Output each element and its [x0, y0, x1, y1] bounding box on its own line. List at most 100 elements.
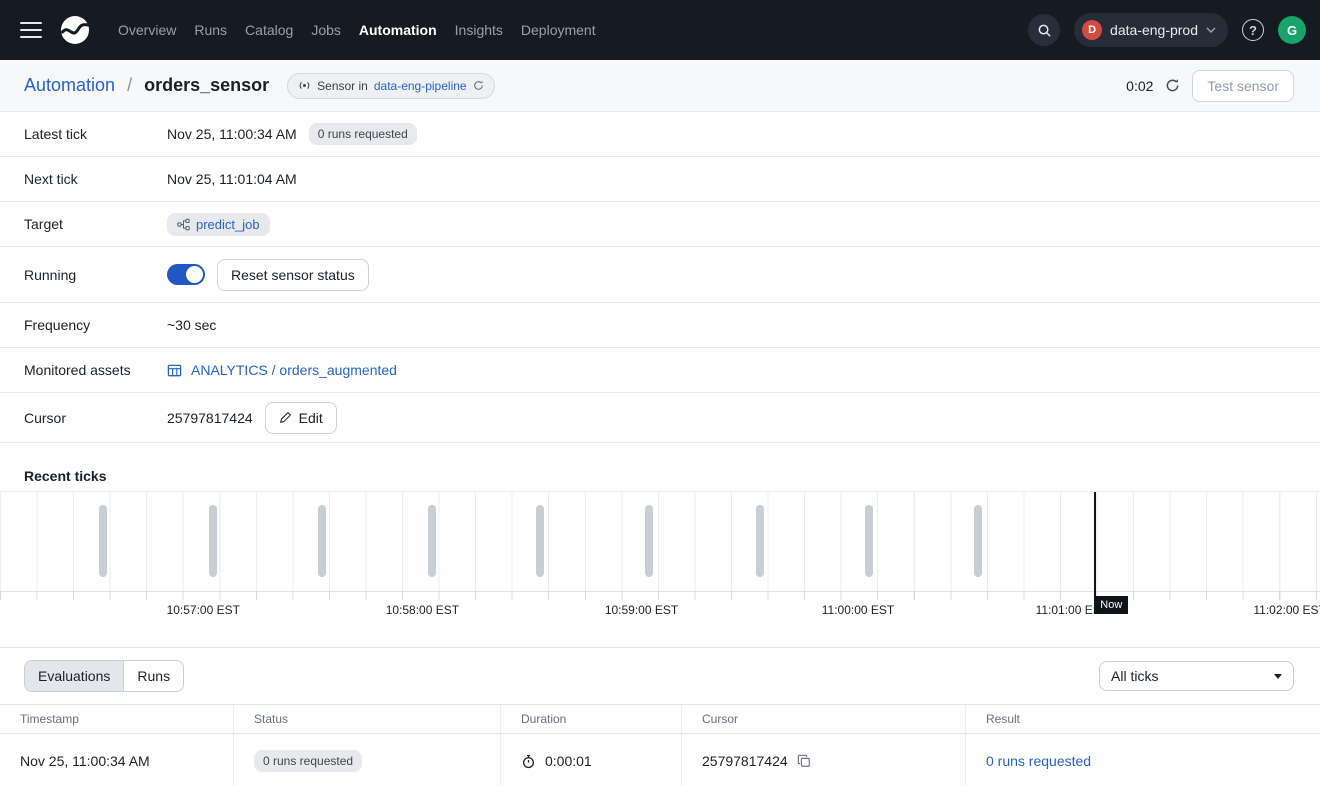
code-location-link[interactable]: data-eng-pipeline [374, 79, 467, 93]
asset-table-icon [167, 363, 182, 378]
nav-item-runs[interactable]: Runs [194, 22, 227, 38]
latest-tick-status-badge: 0 runs requested [309, 123, 417, 145]
tab-runs[interactable]: Runs [123, 661, 183, 691]
row-duration: 0:00:01 [545, 753, 592, 769]
help-icon[interactable]: ? [1242, 19, 1264, 41]
target-job-chip[interactable]: predict_job [167, 213, 270, 236]
detail-row-cursor: Cursor 25797817424 Edit [0, 393, 1320, 443]
next-tick-value: Nov 25, 11:01:04 AM [167, 171, 297, 187]
now-badge: Now [1094, 596, 1128, 614]
nav-item-automation[interactable]: Automation [359, 22, 437, 38]
reload-location-icon[interactable] [473, 80, 484, 91]
copy-icon[interactable] [797, 754, 811, 768]
row-result-link[interactable]: 0 runs requested [986, 753, 1091, 769]
target-label: Target [24, 216, 167, 232]
cell-result: 0 runs requested [965, 734, 1320, 786]
monitored-asset-link[interactable]: ANALYTICS / orders_augmented [191, 362, 397, 378]
tick-filter-value: All ticks [1111, 668, 1158, 684]
cursor-label: Cursor [24, 410, 167, 426]
col-result: Result [965, 705, 1320, 733]
chevron-down-icon [1206, 27, 1216, 33]
breadcrumb-automation-link[interactable]: Automation [24, 75, 115, 96]
frequency-value: ~30 sec [167, 317, 216, 333]
sensor-tick-bar[interactable] [974, 505, 982, 577]
tick-filter-select[interactable]: All ticks [1099, 661, 1294, 691]
cursor-value: 25797817424 [167, 410, 253, 426]
reset-sensor-status-button[interactable]: Reset sensor status [217, 259, 369, 291]
page-title: orders_sensor [144, 75, 269, 96]
frequency-label: Frequency [24, 317, 167, 333]
search-button[interactable] [1028, 14, 1060, 46]
breadcrumb-separator: / [127, 75, 132, 96]
detail-row-running: Running Reset sensor status [0, 247, 1320, 303]
deployment-name: data-eng-prod [1110, 22, 1198, 38]
axis-time-label: 10:59:00 EST [605, 603, 678, 617]
detail-row-frequency: Frequency ~30 sec [0, 303, 1320, 348]
col-status: Status [233, 705, 500, 733]
row-status-badge: 0 runs requested [254, 750, 362, 772]
sensor-tick-bar[interactable] [99, 505, 107, 577]
sensor-tick-bar[interactable] [756, 505, 764, 577]
now-line [1094, 492, 1096, 600]
deployment-initial-badge: D [1082, 20, 1102, 40]
nav-item-overview[interactable]: Overview [118, 22, 176, 38]
detail-row-latest-tick: Latest tick Nov 25, 11:00:34 AM 0 runs r… [0, 112, 1320, 157]
user-avatar[interactable]: G [1278, 16, 1306, 44]
nav-item-catalog[interactable]: Catalog [245, 22, 293, 38]
detail-row-target: Target predict_job [0, 202, 1320, 247]
top-nav: Overview Runs Catalog Jobs Automation In… [0, 0, 1320, 60]
evaluations-toolbar: Evaluations Runs All ticks [0, 647, 1320, 704]
tab-group: Evaluations Runs [24, 660, 184, 692]
latest-tick-label: Latest tick [24, 126, 167, 142]
caret-down-icon [1274, 674, 1282, 679]
refresh-icon[interactable] [1165, 78, 1180, 93]
recent-ticks-title: Recent ticks [0, 443, 1320, 484]
running-label: Running [24, 267, 167, 283]
nav-items: Overview Runs Catalog Jobs Automation In… [118, 22, 596, 38]
sensor-tick-bar[interactable] [645, 505, 653, 577]
running-toggle[interactable] [167, 264, 205, 285]
row-cursor: 25797817424 [702, 753, 788, 769]
stopwatch-icon [521, 754, 536, 769]
cell-status: 0 runs requested [233, 734, 500, 786]
edit-cursor-button[interactable]: Edit [265, 402, 337, 434]
menu-icon[interactable] [14, 13, 48, 47]
cell-cursor: 25797817424 [681, 734, 965, 786]
sensor-tick-bar[interactable] [865, 505, 873, 577]
refresh-countdown: 0:02 [1126, 78, 1153, 94]
sensor-tick-bar[interactable] [428, 505, 436, 577]
nav-right: D data-eng-prod ? G [1028, 13, 1306, 47]
nav-item-jobs[interactable]: Jobs [311, 22, 341, 38]
header-right: 0:02 Test sensor [1126, 70, 1294, 102]
next-tick-label: Next tick [24, 171, 167, 187]
sensor-tick-bar[interactable] [536, 505, 544, 577]
col-cursor: Cursor [681, 705, 965, 733]
target-job-link[interactable]: predict_job [196, 217, 260, 232]
deployment-switcher[interactable]: D data-eng-prod [1074, 13, 1228, 47]
sensor-tick-bar[interactable] [209, 505, 217, 577]
recent-ticks-chart: 10:57:00 EST10:58:00 EST10:59:00 EST11:0… [0, 491, 1320, 618]
col-duration: Duration [500, 705, 681, 733]
table-row: Nov 25, 11:00:34 AM 0 runs requested 0:0… [0, 734, 1320, 786]
evaluations-table-header: Timestamp Status Duration Cursor Result [0, 704, 1320, 734]
test-sensor-button[interactable]: Test sensor [1192, 70, 1294, 102]
tab-evaluations[interactable]: Evaluations [25, 661, 123, 691]
search-icon [1037, 23, 1052, 38]
nav-item-insights[interactable]: Insights [455, 22, 503, 38]
monitored-assets-label: Monitored assets [24, 362, 167, 378]
nav-item-deployment[interactable]: Deployment [521, 22, 596, 38]
dagster-logo[interactable] [58, 13, 92, 47]
cell-duration: 0:00:01 [500, 734, 681, 786]
sensor-badge-prefix: Sensor in [317, 79, 368, 93]
detail-row-monitored-assets: Monitored assets ANALYTICS / orders_augm… [0, 348, 1320, 393]
latest-tick-value: Nov 25, 11:00:34 AM [167, 126, 297, 142]
sensor-tick-bar[interactable] [318, 505, 326, 577]
edit-cursor-label: Edit [299, 410, 323, 426]
sensor-details: Latest tick Nov 25, 11:00:34 AM 0 runs r… [0, 112, 1320, 443]
col-timestamp: Timestamp [0, 705, 233, 733]
sensor-icon [298, 79, 311, 92]
sensor-location-badge: Sensor in data-eng-pipeline [287, 73, 494, 99]
axis-time-label: 11:00:00 EST [822, 603, 895, 617]
cell-timestamp: Nov 25, 11:00:34 AM [0, 734, 233, 786]
pencil-icon [279, 411, 292, 424]
